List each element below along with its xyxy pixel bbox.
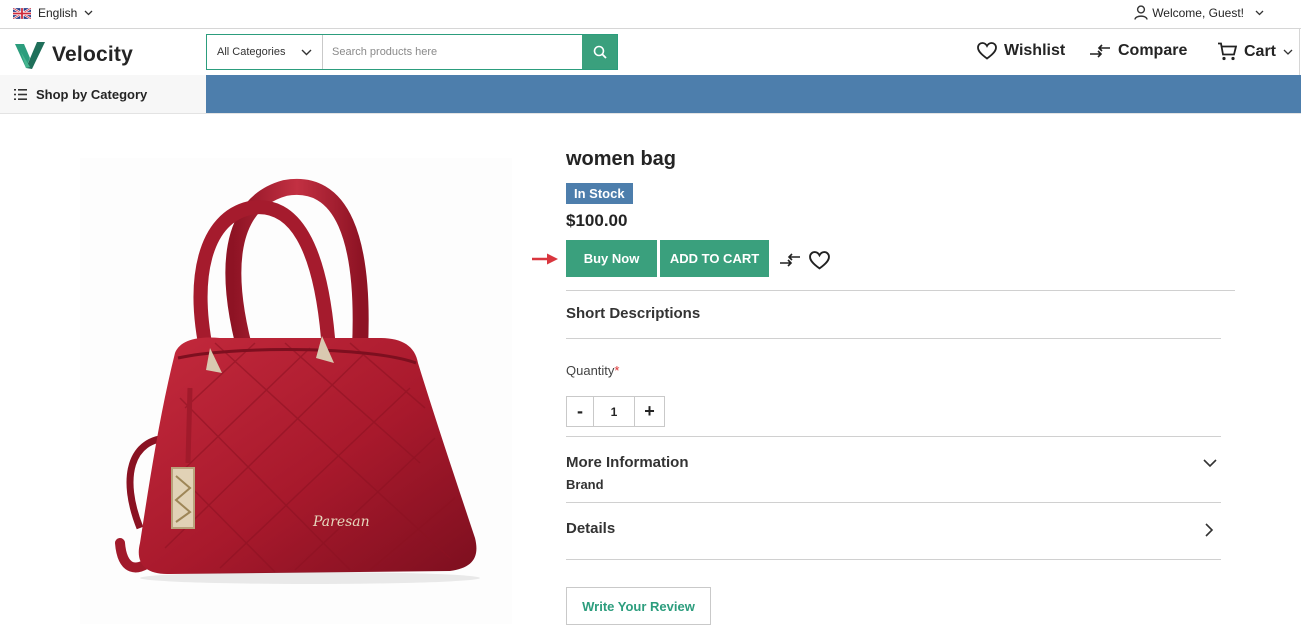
stock-badge: In Stock: [566, 183, 633, 204]
search-icon: [593, 45, 607, 59]
quantity-label-text: Quantity: [566, 363, 615, 378]
add-to-cart-button[interactable]: ADD TO CART: [660, 240, 769, 277]
required-marker: *: [614, 363, 620, 378]
write-review-button[interactable]: Write Your Review: [566, 587, 711, 625]
shop-by-category-label: Shop by Category: [36, 86, 148, 102]
divider: [566, 559, 1221, 560]
heart-icon: [977, 42, 997, 60]
buy-now-button[interactable]: Buy Now: [566, 240, 657, 277]
quantity-input[interactable]: 1: [593, 397, 635, 426]
quantity-increase-button[interactable]: +: [635, 397, 664, 426]
compare-icon: [1090, 44, 1110, 58]
product-title: women bag: [566, 148, 677, 170]
category-select[interactable]: All Categories: [207, 35, 323, 69]
wishlist-link[interactable]: Wishlist: [977, 42, 1065, 60]
chevron-down-icon: [84, 10, 93, 16]
category-select-value: All Categories: [217, 46, 286, 58]
compare-link[interactable]: Compare: [1089, 42, 1187, 60]
language-selector[interactable]: English: [13, 6, 93, 20]
divider: [566, 290, 1235, 291]
logo-v-icon: [15, 42, 45, 69]
divider: [566, 338, 1221, 339]
product-price: $100.00: [566, 211, 628, 230]
logo-text: Velocity: [52, 43, 133, 66]
search-input[interactable]: [323, 35, 582, 69]
welcome-label: Welcome, Guest!: [1152, 5, 1244, 20]
divider: [566, 436, 1221, 437]
cart-label: Cart: [1244, 42, 1277, 60]
account-menu[interactable]: Welcome, Guest!: [1134, 5, 1265, 20]
logo[interactable]: Velocity: [14, 40, 133, 70]
quantity-stepper: - 1 +: [566, 396, 665, 427]
cart-icon: [1218, 42, 1237, 61]
svg-text:Paresan: Paresan: [312, 514, 370, 530]
menu-list-icon: [14, 88, 27, 100]
header: Velocity All Categories Wishlist Compare…: [0, 30, 1301, 75]
quantity-decrease-button[interactable]: -: [567, 397, 593, 426]
category-menu-bar: [206, 75, 1301, 113]
chevron-down-icon: [301, 49, 312, 55]
search-bar: All Categories: [206, 34, 618, 70]
compare-label: Compare: [1118, 42, 1188, 59]
uk-flag-icon: [13, 7, 31, 19]
product-image[interactable]: Paresan: [80, 158, 512, 624]
heart-icon[interactable]: [809, 251, 830, 270]
chevron-down-icon: [1255, 10, 1264, 15]
short-descriptions-heading: Short Descriptions: [566, 305, 701, 322]
language-label: English: [38, 6, 78, 20]
top-bar: English Welcome, Guest!: [0, 0, 1301, 29]
more-information-heading[interactable]: More Information: [566, 454, 689, 471]
compare-icon[interactable]: [779, 252, 801, 268]
cart-link[interactable]: Cart: [1217, 42, 1293, 61]
quantity-label: Quantity*: [566, 363, 619, 378]
category-nav: Shop by Category: [0, 75, 1301, 114]
chevron-right-icon[interactable]: [1205, 523, 1214, 537]
shop-by-category-button[interactable]: Shop by Category: [0, 75, 206, 113]
divider: [566, 502, 1221, 503]
brand-label: Brand: [566, 477, 604, 492]
chevron-down-icon: [1283, 49, 1293, 55]
wishlist-label: Wishlist: [1004, 42, 1066, 59]
handbag-illustration: Paresan: [115, 178, 480, 584]
chevron-down-icon[interactable]: [1203, 459, 1217, 468]
user-icon: [1134, 5, 1148, 20]
search-button[interactable]: [582, 35, 617, 69]
arrow-right-icon: [532, 253, 558, 265]
details-heading[interactable]: Details: [566, 520, 615, 537]
